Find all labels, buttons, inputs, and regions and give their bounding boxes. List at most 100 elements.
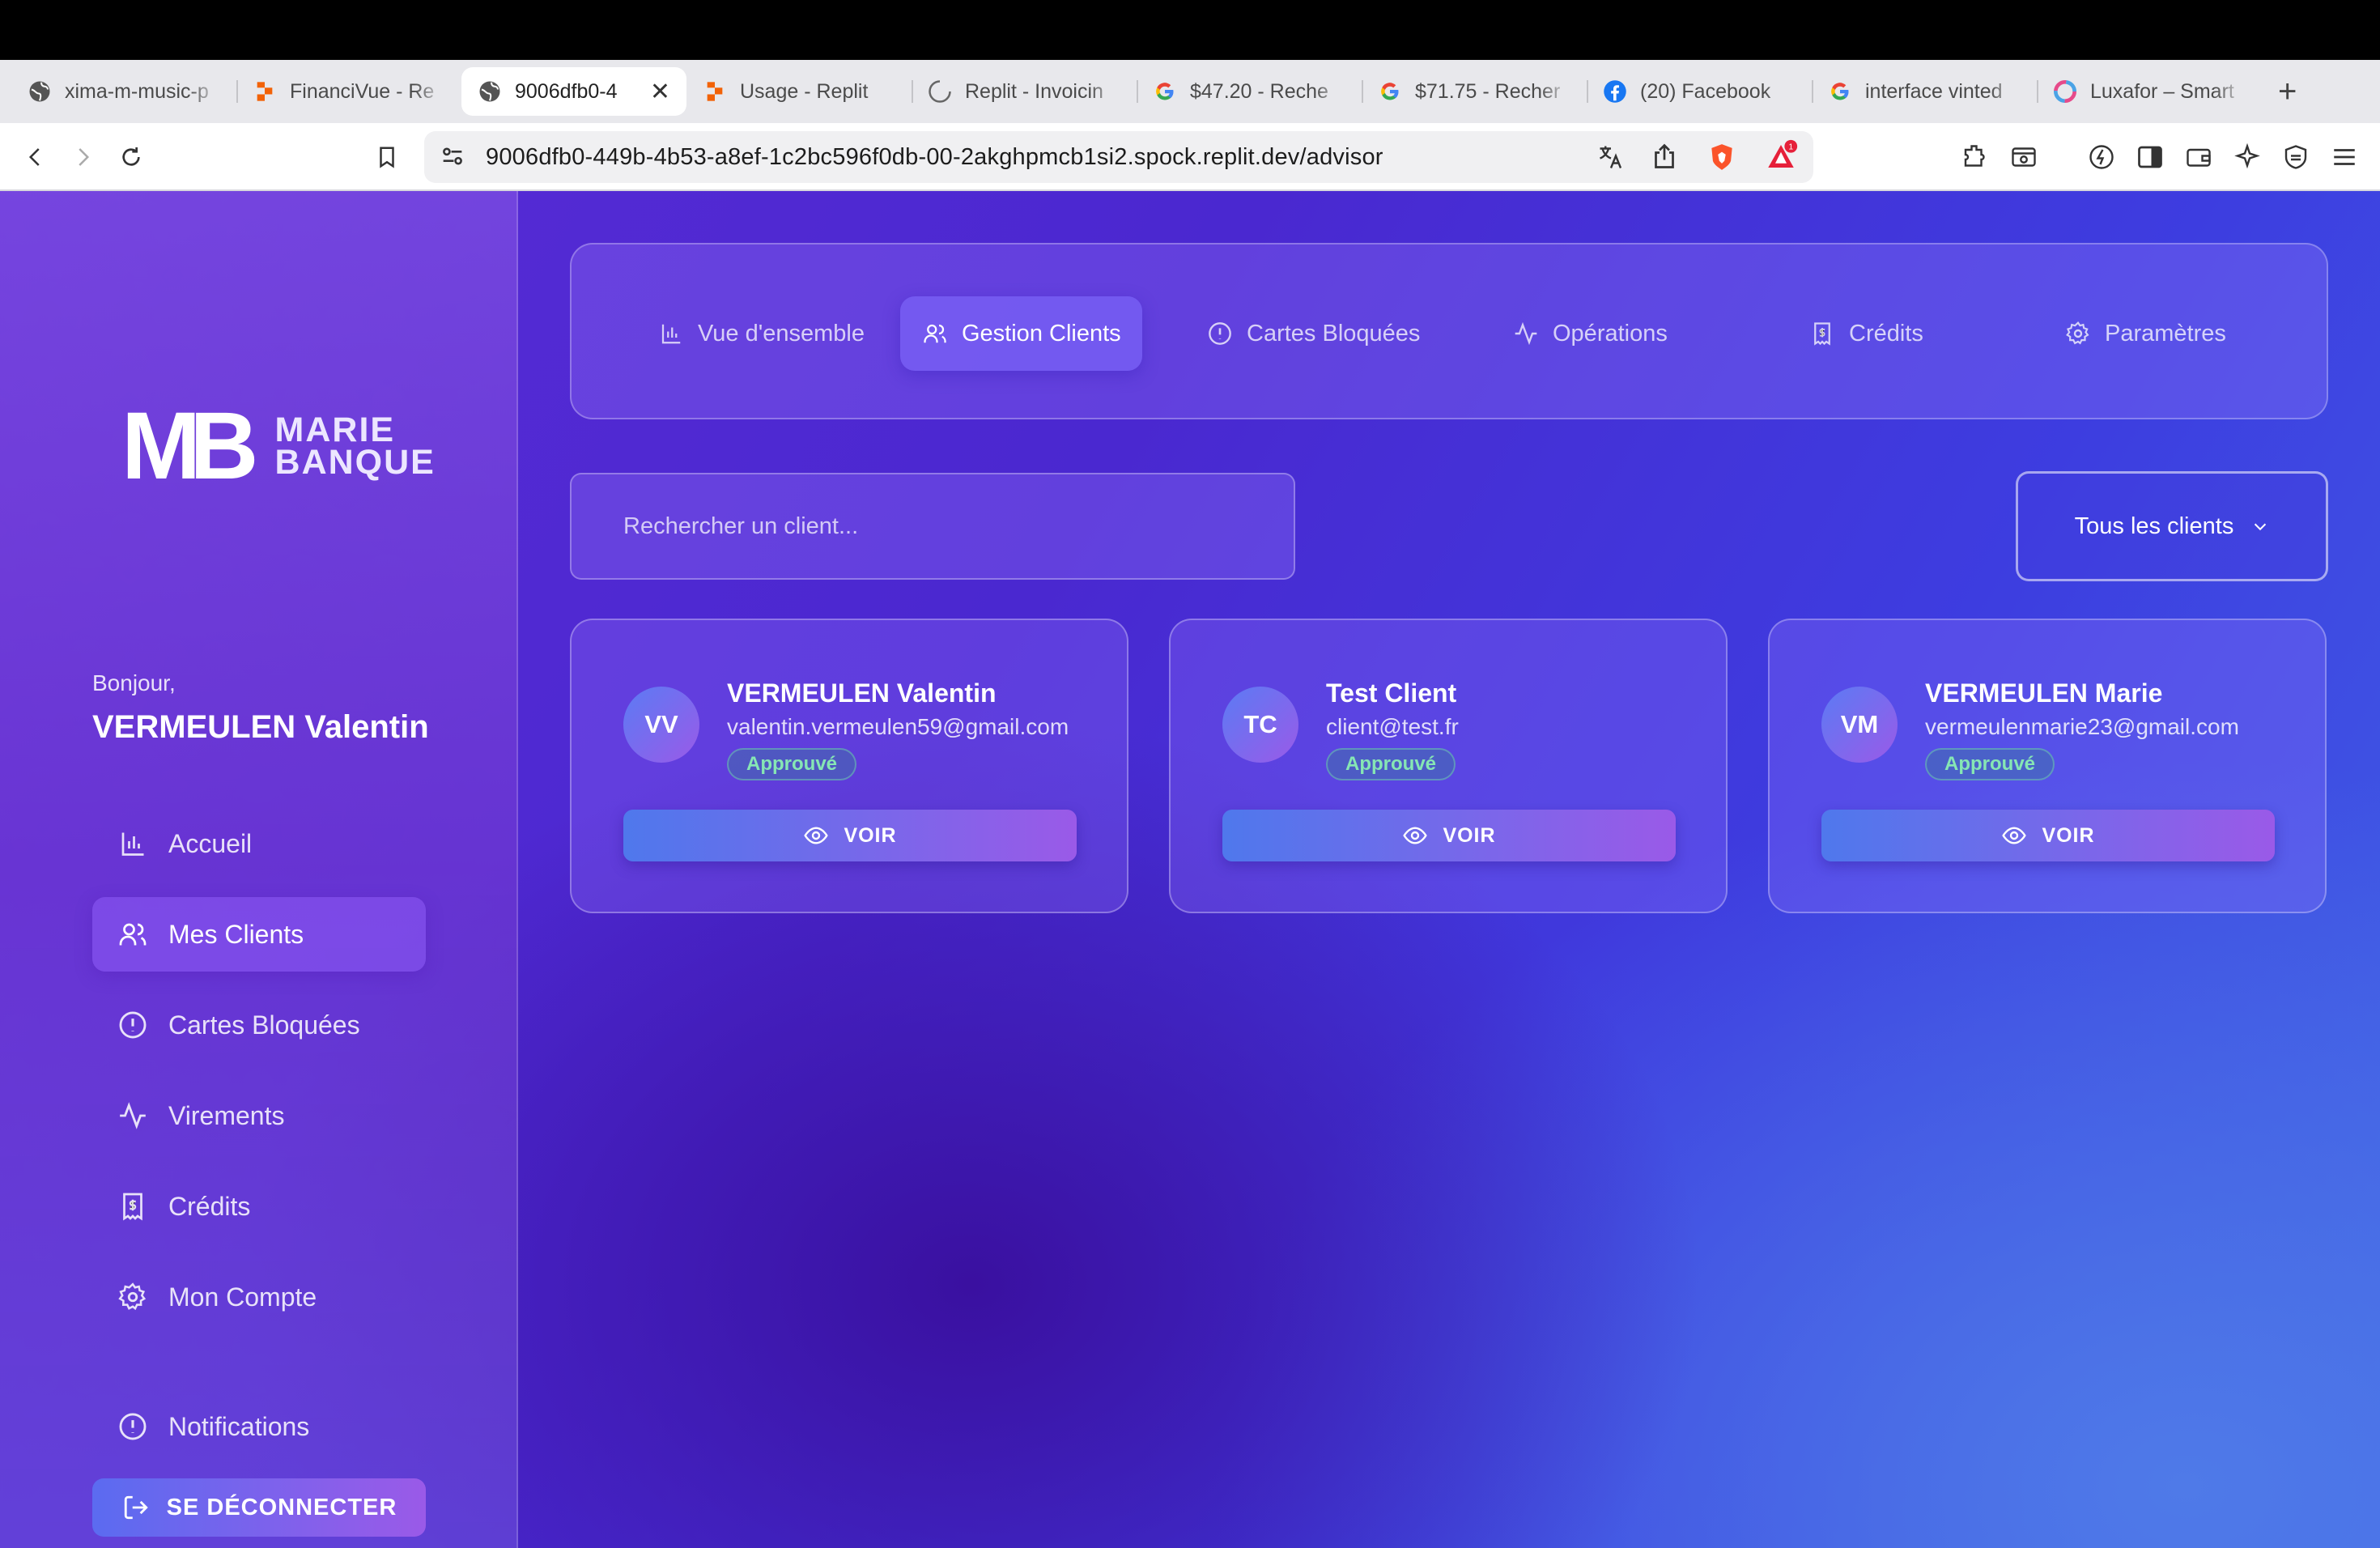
- share-icon[interactable]: [1650, 141, 1679, 176]
- avatar: VV: [623, 687, 699, 763]
- eye-icon: [1402, 823, 1428, 848]
- avatar: TC: [1222, 687, 1298, 763]
- sidebar: MB MARIE BANQUE Bonjour, VERMEULEN Valen…: [0, 191, 518, 1548]
- browser-toolbar: 9006dfb0-449b-4b53-a8ef-1c2bc596f0db-00-…: [0, 123, 2380, 191]
- tab-label: Gestion Clients: [962, 320, 1121, 347]
- sidebar-item-label: Mon Compte: [168, 1282, 317, 1312]
- sidebar-item-label: Notifications: [168, 1411, 310, 1441]
- system-top-bar: [0, 0, 2380, 60]
- browser-tab[interactable]: xima-m-music-p: [11, 67, 236, 116]
- tab-cartes-bloquees[interactable]: Cartes Bloquées: [1185, 296, 1441, 371]
- brave-shield-icon[interactable]: [1706, 141, 1737, 177]
- gear-icon: [2064, 320, 2092, 347]
- client-name: VERMEULEN Marie: [1925, 678, 2163, 708]
- view-button-label: VOIR: [1443, 823, 1496, 847]
- back-icon[interactable]: [18, 139, 53, 175]
- logo-text: MARIE BANQUE: [275, 413, 436, 480]
- tab-credits[interactable]: Crédits: [1787, 296, 1944, 371]
- sidebar-item-notifications[interactable]: Notifications: [92, 1389, 426, 1464]
- tab-title: Usage - Replit: [740, 79, 869, 103]
- tab-title: interface vinted: [1865, 79, 2003, 103]
- browser-tab[interactable]: Luxafor – Smart: [2037, 67, 2262, 116]
- replit-icon: [703, 79, 727, 104]
- menu-icon[interactable]: [2327, 139, 2362, 175]
- users-icon: [117, 918, 149, 950]
- sidebar-item-label: Cartes Bloquées: [168, 1010, 360, 1040]
- new-tab-button[interactable]: +: [2278, 75, 2297, 108]
- tab-gestion-clients[interactable]: Gestion Clients: [900, 296, 1142, 371]
- notification-count: 1: [1788, 142, 1793, 151]
- logout-label: SE DÉCONNECTER: [166, 1494, 397, 1520]
- client-email: valentin.vermeulen59@gmail.com: [727, 714, 1069, 739]
- url-text[interactable]: 9006dfb0-449b-4b53-a8ef-1c2bc596f0db-00-…: [486, 144, 1383, 171]
- receipt-icon: [117, 1190, 149, 1223]
- tab-title: Replit - Invoicin: [965, 79, 1103, 103]
- bookmark-icon[interactable]: [369, 139, 405, 175]
- sidebar-toggle-icon[interactable]: [2132, 139, 2168, 175]
- sidebar-item-credits[interactable]: Crédits: [92, 1169, 426, 1244]
- tab-title: xima-m-music-p: [65, 79, 209, 103]
- tab-label: Paramètres: [2105, 320, 2226, 347]
- leo-icon[interactable]: [2084, 139, 2119, 175]
- sidebar-item-cartes-bloquees[interactable]: Cartes Bloquées: [92, 988, 426, 1062]
- tab-label: Opérations: [1553, 320, 1668, 347]
- browser-tab[interactable]: Usage - Replit: [686, 67, 912, 116]
- luxafor-icon: [2053, 79, 2077, 104]
- view-client-button[interactable]: VOIR: [1222, 810, 1676, 861]
- vpn-shield-icon[interactable]: [2278, 139, 2314, 175]
- ai-sparkle-icon[interactable]: [2229, 139, 2265, 175]
- translate-icon[interactable]: [1596, 142, 1626, 176]
- view-client-button[interactable]: VOIR: [1821, 810, 2275, 861]
- client-email: vermeulenmarie23@gmail.com: [1925, 714, 2239, 739]
- site-settings-icon[interactable]: [439, 142, 466, 174]
- greeting: Bonjour,: [92, 670, 176, 695]
- view-button-label: VOIR: [844, 823, 897, 847]
- client-filter-select[interactable]: Tous les clients: [2016, 471, 2328, 581]
- app-root: MB MARIE BANQUE Bonjour, VERMEULEN Valen…: [0, 191, 2380, 1548]
- facebook-icon: [1603, 79, 1627, 104]
- browser-tab-active[interactable]: 9006dfb0-4 ✕: [461, 67, 686, 116]
- close-icon[interactable]: ✕: [650, 78, 670, 106]
- sidebar-item-accueil[interactable]: Accueil: [92, 806, 426, 881]
- tab-title: Luxafor – Smart: [2090, 79, 2234, 103]
- section-tabs: Vue d'ensemble Gestion Clients Cartes Bl…: [570, 243, 2328, 419]
- browser-tab[interactable]: $47.20 - Reche: [1137, 67, 1362, 116]
- tab-label: Crédits: [1849, 320, 1923, 347]
- tab-title: (20) Facebook: [1640, 79, 1771, 103]
- sidebar-item-label: Mes Clients: [168, 919, 304, 949]
- alert-circle-icon: [117, 1009, 149, 1041]
- replit-icon: [253, 79, 277, 104]
- view-button-label: VOIR: [2042, 823, 2095, 847]
- eye-icon: [2001, 823, 2027, 848]
- address-bar[interactable]: 9006dfb0-449b-4b53-a8ef-1c2bc596f0db-00-…: [424, 131, 1813, 183]
- tab-operations[interactable]: Opérations: [1491, 296, 1689, 371]
- user-name: VERMEULEN Valentin: [92, 709, 429, 745]
- brave-rewards-icon[interactable]: 1: [1763, 139, 1799, 177]
- reader-icon[interactable]: [2006, 139, 2042, 175]
- reload-icon[interactable]: [113, 139, 149, 175]
- sidebar-item-mes-clients[interactable]: Mes Clients: [92, 897, 426, 972]
- users-icon: [921, 320, 949, 347]
- browser-tab[interactable]: $71.75 - Recher: [1362, 67, 1587, 116]
- browser-tab[interactable]: Replit - Invoicin: [912, 67, 1137, 116]
- logo: MB MARIE BANQUE: [121, 398, 436, 494]
- sidebar-item-mon-compte[interactable]: Mon Compte: [92, 1260, 426, 1334]
- sidebar-item-virements[interactable]: Virements: [92, 1078, 426, 1153]
- activity-icon: [1512, 320, 1540, 347]
- logo-mark: MB: [121, 393, 258, 500]
- forward-icon[interactable]: [65, 139, 100, 175]
- globe-icon: [478, 79, 502, 104]
- browser-tab[interactable]: FinanciVue - Re: [236, 67, 461, 116]
- view-client-button[interactable]: VOIR: [623, 810, 1077, 861]
- tab-title: 9006dfb0-4: [515, 79, 618, 103]
- wallet-icon[interactable]: [2181, 139, 2216, 175]
- browser-tab[interactable]: (20) Facebook: [1587, 67, 1812, 116]
- tab-parametres[interactable]: Paramètres: [2043, 296, 2247, 371]
- browser-tab[interactable]: interface vinted: [1812, 67, 2037, 116]
- extensions-icon[interactable]: [1957, 139, 1993, 175]
- logout-button[interactable]: SE DÉCONNECTER: [92, 1478, 426, 1537]
- tab-vue-ensemble[interactable]: Vue d'ensemble: [636, 296, 886, 371]
- tab-title: $71.75 - Recher: [1415, 79, 1561, 103]
- tab-title: $47.20 - Reche: [1190, 79, 1328, 103]
- search-input[interactable]: [623, 512, 1294, 540]
